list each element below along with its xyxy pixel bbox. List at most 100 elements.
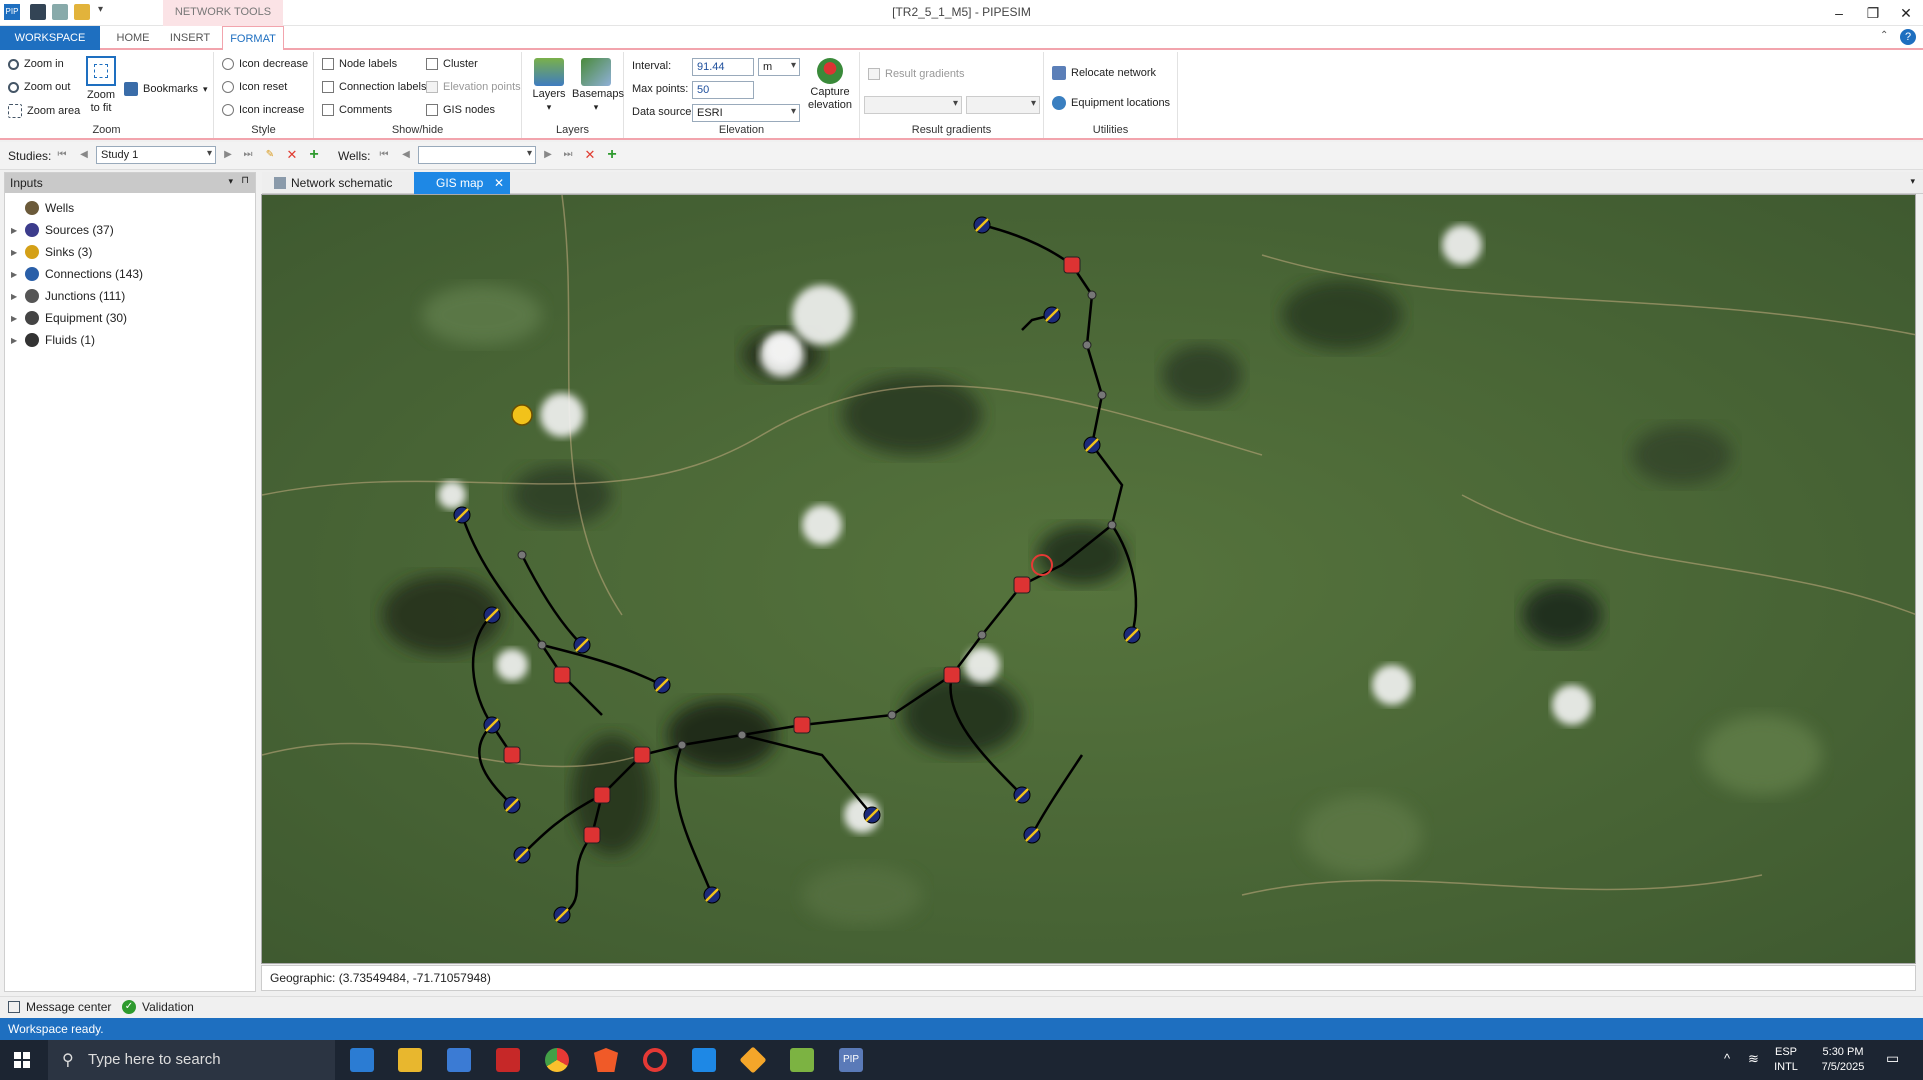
study-select[interactable]: Study 1 xyxy=(96,146,216,164)
comments-checkbox[interactable]: Comments xyxy=(322,104,392,116)
taskbar-search[interactable]: ⚲ Type here to search xyxy=(48,1040,335,1080)
expand-arrow-icon[interactable]: ▶ xyxy=(11,248,19,257)
gis-nodes-checkbox[interactable]: GIS nodes xyxy=(426,104,495,116)
relocate-network-button[interactable]: Relocate network xyxy=(1052,66,1156,80)
tree-item[interactable]: ▶ Connections (143) xyxy=(11,263,143,285)
elevation-points-checkbox[interactable]: Elevation points xyxy=(426,81,521,93)
message-center-tab[interactable]: Message center xyxy=(8,1000,111,1014)
cluster-checkbox[interactable]: Cluster xyxy=(426,58,478,70)
next-well-icon[interactable]: ▶ xyxy=(540,147,556,163)
tree-item[interactable]: ▶ Fluids (1) xyxy=(11,329,95,351)
pin-icon[interactable]: ⊓ xyxy=(241,175,249,186)
tree-item[interactable]: ▶ Junctions (111) xyxy=(11,285,125,307)
opera-icon[interactable] xyxy=(643,1048,667,1072)
delete-well-icon[interactable]: ✕ xyxy=(582,147,598,163)
data-source-select[interactable]: ESRI xyxy=(692,104,800,122)
windows-start-icon[interactable] xyxy=(14,1052,30,1068)
icon-decrease-button[interactable]: Icon decrease xyxy=(222,58,308,70)
add-well-icon[interactable]: + xyxy=(604,147,620,163)
wifi-icon[interactable]: ≋ xyxy=(1748,1051,1759,1066)
node-labels-checkbox[interactable]: Node labels xyxy=(322,58,397,70)
store-icon[interactable] xyxy=(447,1048,471,1072)
pipesim-taskbar-icon[interactable]: PIP xyxy=(839,1048,863,1072)
edit-study-icon[interactable]: ✎ xyxy=(262,147,278,163)
zoom-to-fit-button[interactable]: Zoom to fit xyxy=(84,56,118,115)
last-well-icon[interactable]: ⏭ xyxy=(560,147,576,163)
language-indicator[interactable]: ESP INTL xyxy=(1770,1045,1802,1075)
interval-input[interactable]: 91.44 xyxy=(692,58,754,76)
add-study-icon[interactable]: + xyxy=(306,147,322,163)
result-gradients-checkbox[interactable]: Result gradients xyxy=(868,68,965,80)
restore-button[interactable]: ❐ xyxy=(1856,2,1890,24)
collapse-ribbon-icon[interactable]: ⌃ xyxy=(1880,30,1888,41)
showhide-group: Node labels Connection labels Comments C… xyxy=(314,52,522,138)
junction-icon xyxy=(537,640,547,650)
expand-arrow-icon[interactable]: ▶ xyxy=(11,226,19,235)
connection-labels-checkbox[interactable]: Connection labels xyxy=(322,81,426,93)
prev-well-icon[interactable]: ◀ xyxy=(398,147,414,163)
delete-study-icon[interactable]: ✕ xyxy=(284,147,300,163)
tray-chevron-icon[interactable]: ^ xyxy=(1724,1051,1730,1066)
tree-item[interactable]: ▶ Equipment (30) xyxy=(11,307,127,329)
tree-item[interactable]: ▶ Sinks (3) xyxy=(11,241,92,263)
expand-arrow-icon[interactable]: ▶ xyxy=(11,292,19,301)
gis-map[interactable] xyxy=(261,194,1916,964)
equipment-locations-button[interactable]: Equipment locations xyxy=(1052,96,1170,110)
tabs-overflow-icon[interactable]: ▾ xyxy=(1910,176,1915,187)
coordinate-readout: Geographic: (3.73549484, -71.71057948) xyxy=(261,965,1916,991)
result-gradients-group-label: Result gradients xyxy=(911,124,992,136)
well-select[interactable] xyxy=(418,146,536,164)
icon-reset-button[interactable]: Icon reset xyxy=(222,81,287,93)
brave-icon[interactable] xyxy=(594,1048,618,1072)
first-well-icon[interactable]: ⏮ xyxy=(376,147,392,163)
tab-format[interactable]: FORMAT xyxy=(222,26,284,51)
clock[interactable]: 5:30 PM 7/5/2025 xyxy=(1808,1045,1878,1075)
lambda-app-icon[interactable] xyxy=(790,1048,814,1072)
tab-gis-map[interactable]: GIS map ✕ xyxy=(414,172,510,194)
basemaps-button[interactable]: Basemaps ▾ xyxy=(572,58,624,114)
first-study-icon[interactable]: ⏮ xyxy=(54,147,70,163)
tree-item[interactable]: Wells xyxy=(11,197,74,219)
close-button[interactable]: ✕ xyxy=(1889,2,1923,24)
equipment-icon xyxy=(553,666,571,684)
app-red-icon[interactable] xyxy=(496,1048,520,1072)
minimize-button[interactable]: – xyxy=(1822,2,1856,24)
interval-unit-select[interactable]: m xyxy=(758,58,800,76)
schematic-icon xyxy=(274,177,286,189)
expand-arrow-icon[interactable]: ▶ xyxy=(11,270,19,279)
notifications-icon[interactable]: ▭ xyxy=(1886,1051,1899,1066)
last-study-icon[interactable]: ⏭ xyxy=(240,147,256,163)
tab-home[interactable]: HOME xyxy=(108,26,158,50)
gradient-select-1[interactable] xyxy=(864,96,962,114)
gradient-select-2[interactable] xyxy=(966,96,1040,114)
map-canvas[interactable] xyxy=(262,195,1916,964)
layers-button[interactable]: Layers ▾ xyxy=(528,58,570,114)
tab-network-schematic[interactable]: Network schematic xyxy=(266,172,400,194)
panel-menu-icon[interactable]: ▾ xyxy=(228,176,233,187)
capture-elevation-button[interactable]: Capture elevation xyxy=(804,58,856,112)
relocate-icon xyxy=(1052,66,1066,80)
zoom-out-button[interactable]: Zoom out xyxy=(8,81,70,93)
inputs-panel-title: Inputs xyxy=(10,176,43,190)
max-points-input[interactable]: 50 xyxy=(692,81,754,99)
help-icon[interactable]: ? xyxy=(1900,29,1916,45)
vegetation-patch xyxy=(1702,715,1822,795)
diamond-app-icon[interactable] xyxy=(739,1046,767,1074)
vscode-icon[interactable] xyxy=(350,1048,374,1072)
window-app-icon[interactable] xyxy=(692,1048,716,1072)
file-explorer-icon[interactable] xyxy=(398,1048,422,1072)
icon-increase-button[interactable]: Icon increase xyxy=(222,104,304,116)
expand-arrow-icon[interactable]: ▶ xyxy=(11,314,19,323)
close-tab-icon[interactable]: ✕ xyxy=(494,172,504,194)
tree-item[interactable]: ▶ Sources (37) xyxy=(11,219,114,241)
expand-arrow-icon[interactable]: ▶ xyxy=(11,336,19,345)
next-study-icon[interactable]: ▶ xyxy=(220,147,236,163)
validation-tab[interactable]: ✓ Validation xyxy=(122,1000,194,1014)
tab-workspace[interactable]: WORKSPACE xyxy=(0,26,100,50)
chrome-icon[interactable] xyxy=(545,1048,569,1072)
bookmarks-button[interactable]: Bookmarks ▾ xyxy=(124,82,208,96)
tab-insert[interactable]: INSERT xyxy=(164,26,216,50)
zoom-in-button[interactable]: Zoom in xyxy=(8,58,64,70)
zoom-area-button[interactable]: Zoom area xyxy=(8,104,80,118)
prev-study-icon[interactable]: ◀ xyxy=(76,147,92,163)
